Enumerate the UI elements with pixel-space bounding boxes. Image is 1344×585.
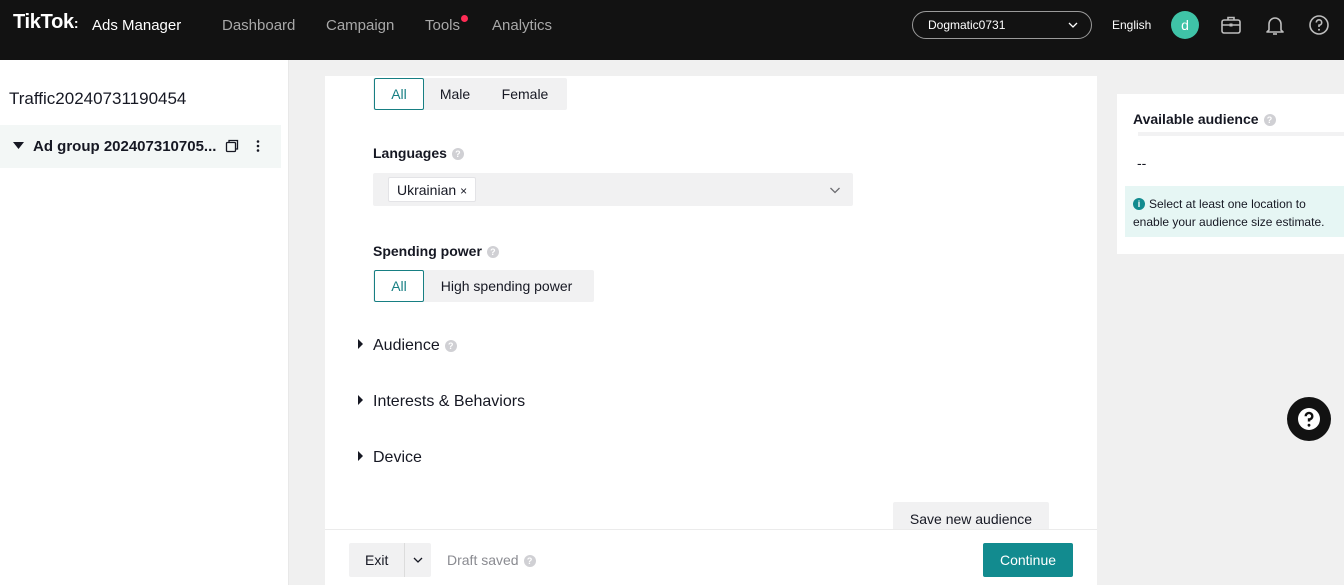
question-icon: ? <box>444 340 457 352</box>
audience-size-bar <box>1138 132 1344 136</box>
sidebar-item-adgroup[interactable]: Ad group 202407310705... <box>0 125 281 168</box>
chevron-down-icon <box>1068 22 1078 28</box>
spending-power-segmented: All High spending power <box>373 270 594 302</box>
info-icon: i <box>1133 198 1145 210</box>
language-tag: Ukrainian × <box>388 177 477 202</box>
continue-button[interactable]: Continue <box>983 543 1073 577</box>
chevron-down-icon <box>830 187 840 194</box>
more-icon[interactable] <box>252 139 264 153</box>
account-name: Dogmatic0731 <box>928 18 1006 32</box>
question-icon: ? <box>523 555 536 567</box>
gender-segmented: All Male Female <box>373 78 567 110</box>
spending-all[interactable]: All <box>374 270 424 302</box>
remove-tag-icon[interactable]: × <box>460 184 467 198</box>
question-icon: ? <box>451 148 464 160</box>
audience-size-value: -- <box>1137 155 1147 171</box>
notification-dot <box>461 15 468 22</box>
nav-tools[interactable]: Tools <box>425 17 460 34</box>
caret-right-icon <box>358 395 363 405</box>
bell-icon[interactable] <box>1264 14 1286 36</box>
draft-status: Draft saved? <box>447 552 536 568</box>
nav-campaign[interactable]: Campaign <box>326 17 394 34</box>
language-selector[interactable]: English <box>1112 18 1151 32</box>
gender-male[interactable]: Male <box>431 78 479 110</box>
gender-all[interactable]: All <box>374 78 424 110</box>
section-audience[interactable]: Audience? <box>358 337 457 355</box>
languages-select[interactable]: Ukrainian × <box>373 173 853 206</box>
account-selector[interactable]: Dogmatic0731 <box>912 11 1092 39</box>
audience-info-banner: i Select at least one location to enable … <box>1125 186 1344 237</box>
question-icon: ? <box>486 246 499 258</box>
question-icon <box>1298 408 1320 430</box>
chevron-down-icon[interactable] <box>412 554 424 566</box>
help-button[interactable] <box>1287 397 1331 441</box>
caret-down-icon[interactable] <box>13 142 24 150</box>
avatar[interactable]: d <box>1171 11 1199 39</box>
ads-manager-label: Ads Manager <box>92 17 182 34</box>
gender-female[interactable]: Female <box>496 78 554 110</box>
top-bar: TikTok: Ads Manager Dashboard Campaign T… <box>0 0 1344 60</box>
help-icon[interactable] <box>1308 14 1330 36</box>
available-audience-title: Available audience? <box>1133 111 1276 127</box>
exit-label: Exit <box>365 552 389 568</box>
available-audience-panel: Available audience? -- i Select at least … <box>1117 94 1344 254</box>
campaign-name[interactable]: Traffic20240731190454 <box>9 89 186 109</box>
nav-dashboard[interactable]: Dashboard <box>222 17 295 34</box>
copy-icon[interactable] <box>225 139 239 153</box>
nav-analytics[interactable]: Analytics <box>492 17 552 34</box>
section-interests-behaviors[interactable]: Interests & Behaviors <box>358 393 525 411</box>
caret-right-icon <box>358 451 363 461</box>
question-icon: ? <box>1263 114 1276 126</box>
sidebar: Traffic20240731190454 Ad group 202407310… <box>0 60 289 585</box>
languages-label: Languages? <box>373 145 464 161</box>
tiktok-logo[interactable]: TikTok: <box>13 11 79 34</box>
spending-power-label: Spending power? <box>373 243 499 259</box>
briefcase-icon[interactable] <box>1220 14 1242 36</box>
language-tag-label: Ukrainian <box>397 182 457 198</box>
footer-bar: Exit Draft saved? Continue <box>325 529 1097 585</box>
caret-right-icon <box>358 339 363 349</box>
targeting-form: All Male Female Languages? Ukrainian × Sp… <box>325 76 1097 585</box>
spending-high[interactable]: High spending power <box>431 270 582 302</box>
adgroup-label: Ad group 202407310705... <box>33 138 217 155</box>
section-device[interactable]: Device <box>358 449 422 467</box>
exit-button[interactable]: Exit <box>349 543 431 577</box>
divider <box>404 543 405 577</box>
